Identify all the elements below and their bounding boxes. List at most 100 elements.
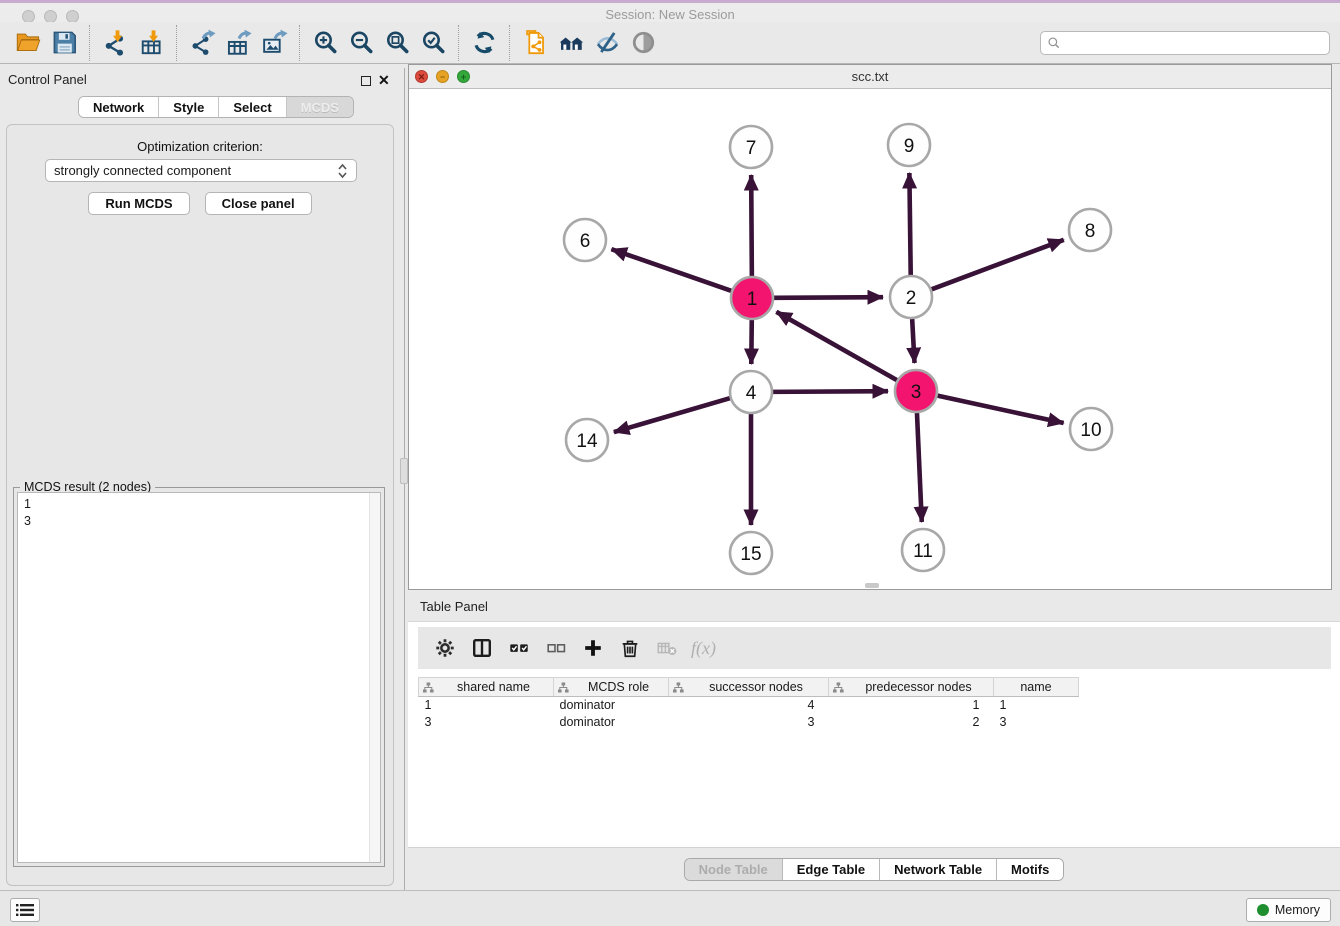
cell-successor-nodes[interactable]: 3 — [669, 714, 829, 731]
tab-network-table[interactable]: Network Table — [880, 859, 997, 880]
tab-motifs[interactable]: Motifs — [997, 859, 1063, 880]
table-row[interactable]: 3dominator323 — [419, 714, 1079, 731]
cell-predecessor-nodes[interactable]: 1 — [829, 697, 994, 714]
column-header-successor-nodes[interactable]: successor nodes — [669, 678, 829, 697]
svg-text:6: 6 — [580, 231, 591, 252]
splitter-grip[interactable] — [400, 458, 408, 484]
column-header-name[interactable]: name — [994, 678, 1079, 697]
mcds-result-text[interactable]: 1 3 — [17, 492, 381, 863]
cell-predecessor-nodes[interactable]: 2 — [829, 714, 994, 731]
edge-3-11[interactable] — [917, 413, 922, 522]
cell-shared-name[interactable]: 3 — [419, 714, 554, 731]
edge-4-14[interactable] — [614, 398, 730, 432]
cell-name[interactable]: 1 — [994, 697, 1079, 714]
cell-shared-name[interactable]: 1 — [419, 697, 554, 714]
edge-3-10[interactable] — [937, 396, 1063, 423]
deselect-all-rows-button[interactable] — [537, 631, 574, 665]
column-header-shared-name[interactable]: shared name — [419, 678, 554, 697]
edge-2-9[interactable] — [909, 173, 910, 275]
new-network-from-file-icon — [522, 29, 549, 56]
graph-node-8[interactable]: 8 — [1069, 209, 1111, 251]
graph-node-1[interactable]: 1 — [731, 277, 773, 319]
new-network-from-file-button[interactable] — [517, 26, 553, 60]
memory-button[interactable]: Memory — [1246, 898, 1331, 922]
graph-node-3[interactable]: 3 — [895, 370, 937, 412]
search-input[interactable] — [1040, 31, 1330, 55]
task-history-button[interactable] — [10, 898, 40, 922]
zoom-out-button[interactable] — [343, 26, 379, 60]
edge-1-2[interactable] — [774, 297, 883, 298]
import-network-button[interactable] — [97, 26, 133, 60]
function-builder-button[interactable]: f(x) — [685, 631, 722, 665]
show-columns-icon — [471, 637, 493, 659]
svg-text:3: 3 — [911, 382, 922, 403]
export-table-button[interactable] — [220, 26, 256, 60]
graph-node-4[interactable]: 4 — [730, 371, 772, 413]
tab-edge-table[interactable]: Edge Table — [783, 859, 880, 880]
tab-select[interactable]: Select — [219, 97, 286, 117]
open-file-button[interactable] — [10, 26, 46, 60]
delete-table-button[interactable] — [648, 631, 685, 665]
export-network-button[interactable] — [184, 26, 220, 60]
network-window-titlebar[interactable]: ✕ − + scc.txt — [409, 65, 1331, 89]
node-table[interactable]: shared nameMCDS rolesuccessor nodesprede… — [418, 677, 1079, 731]
result-scrollbar[interactable] — [369, 493, 380, 862]
graph-node-9[interactable]: 9 — [888, 124, 930, 166]
tab-mcds[interactable]: MCDS — [287, 97, 353, 117]
edge-4-3[interactable] — [773, 391, 888, 392]
tab-network[interactable]: Network — [79, 97, 159, 117]
vertical-splitter[interactable] — [400, 68, 408, 890]
svg-text:1: 1 — [747, 289, 758, 310]
add-row-button[interactable] — [574, 631, 611, 665]
graph-node-14[interactable]: 14 — [566, 419, 608, 461]
toolbar-separator — [509, 25, 510, 61]
zoom-fit-button[interactable] — [379, 26, 415, 60]
edge-3-1[interactable] — [776, 312, 897, 380]
run-mcds-button[interactable]: Run MCDS — [88, 192, 189, 215]
hide-selected-button[interactable] — [589, 26, 625, 60]
edge-1-6[interactable] — [611, 249, 731, 291]
edge-1-7[interactable] — [751, 175, 752, 276]
close-panel-button[interactable]: Close panel — [205, 192, 312, 215]
tab-node-table[interactable]: Node Table — [685, 859, 783, 880]
save-session-button[interactable] — [46, 26, 82, 60]
table-settings-button[interactable] — [426, 631, 463, 665]
graph-node-6[interactable]: 6 — [564, 219, 606, 261]
zoom-out-icon — [348, 29, 375, 56]
graph-node-7[interactable]: 7 — [730, 126, 772, 168]
float-panel-icon[interactable] — [361, 76, 371, 86]
cell-MCDS-role[interactable]: dominator — [554, 697, 669, 714]
network-canvas[interactable]: 7 9 6 8 1 2 4 3 14 10 15 11 — [409, 89, 1331, 589]
graph-node-11[interactable]: 11 — [902, 529, 944, 571]
table-panel-title: Table Panel — [420, 599, 488, 614]
close-panel-icon[interactable]: ✕ — [378, 72, 390, 89]
zoom-selected-button[interactable] — [415, 26, 451, 60]
canvas-hscroll-thumb[interactable] — [865, 583, 879, 588]
show-columns-button[interactable] — [463, 631, 500, 665]
cell-successor-nodes[interactable]: 4 — [669, 697, 829, 714]
cell-name[interactable]: 3 — [994, 714, 1079, 731]
home-layout-button[interactable] — [553, 26, 589, 60]
column-header-predecessor-nodes[interactable]: predecessor nodes — [829, 678, 994, 697]
select-all-rows-button[interactable] — [500, 631, 537, 665]
graph-node-15[interactable]: 15 — [730, 532, 772, 574]
export-image-button[interactable] — [256, 26, 292, 60]
zoom-in-button[interactable] — [307, 26, 343, 60]
graph-node-10[interactable]: 10 — [1070, 408, 1112, 450]
add-row-icon — [582, 637, 604, 659]
cell-MCDS-role[interactable]: dominator — [554, 714, 669, 731]
refresh-layout-button[interactable] — [466, 26, 502, 60]
table-row[interactable]: 1dominator411 — [419, 697, 1079, 714]
export-network-icon — [189, 29, 216, 56]
criterion-dropdown[interactable]: strongly connected component — [45, 159, 357, 182]
graph-node-2[interactable]: 2 — [890, 276, 932, 318]
show-all-button[interactable] — [625, 26, 661, 60]
svg-text:2: 2 — [906, 288, 917, 309]
column-header-MCDS-role[interactable]: MCDS role — [554, 678, 669, 697]
edge-2-3[interactable] — [912, 319, 914, 363]
import-table-button[interactable] — [133, 26, 169, 60]
edge-2-8[interactable] — [932, 240, 1064, 289]
import-network-icon — [102, 29, 129, 56]
tab-style[interactable]: Style — [159, 97, 219, 117]
delete-row-button[interactable] — [611, 631, 648, 665]
